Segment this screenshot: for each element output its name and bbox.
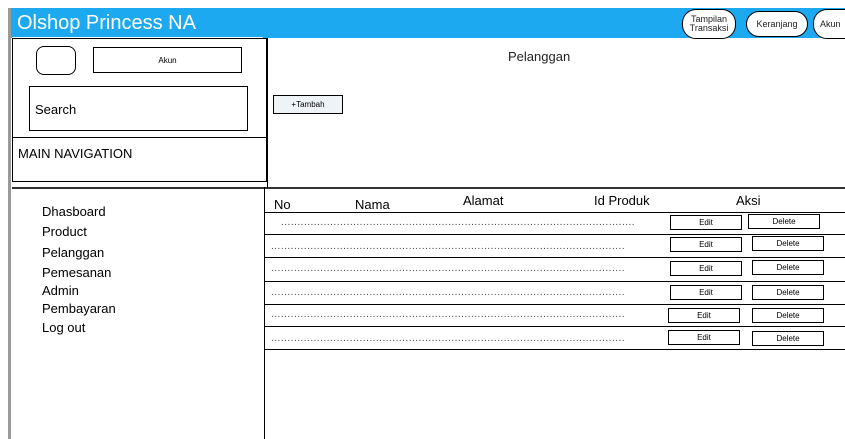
row-divider: [265, 304, 845, 305]
sidebar-item-pelanggan[interactable]: Pelanggan: [42, 245, 104, 260]
row-divider: [265, 234, 845, 235]
col-nama: Nama: [355, 197, 390, 212]
row-divider: [265, 257, 845, 258]
sidebar-item-admin[interactable]: Admin: [42, 283, 79, 298]
sidebar-item-product[interactable]: Product: [42, 224, 87, 239]
table-row: ........................................…: [271, 263, 626, 274]
delete-button[interactable]: Delete: [752, 331, 824, 346]
row-divider: [265, 281, 845, 282]
delete-button[interactable]: Delete: [752, 308, 824, 323]
keranjang-label: Keranjang: [756, 18, 798, 29]
edit-button[interactable]: Edit: [670, 215, 742, 230]
edit-button[interactable]: Edit: [670, 261, 742, 276]
sidebar-item-logout[interactable]: Log out: [42, 320, 85, 335]
delete-button[interactable]: Delete: [752, 236, 824, 251]
brand-title: Olshop Princess NA: [12, 9, 263, 38]
header-left-border: [267, 38, 268, 188]
delete-button[interactable]: Delete: [752, 285, 824, 300]
sidebar-item-dashboard[interactable]: Dhasboard: [42, 204, 106, 219]
page-title: Pelanggan: [508, 49, 571, 64]
delete-button[interactable]: Delete: [748, 214, 820, 229]
search-label: Search: [35, 102, 77, 117]
main-navigation-label: MAIN NAVIGATION: [12, 137, 267, 182]
sidebar-divider: [12, 187, 845, 189]
table-row: ........................................…: [271, 287, 626, 298]
akun-sidebar-button[interactable]: Akun: [93, 47, 242, 73]
delete-button[interactable]: Delete: [752, 260, 824, 275]
sidebar-item-pembayaran[interactable]: Pembayaran: [42, 301, 116, 316]
search-box[interactable]: Search: [29, 86, 248, 131]
akun-sidebar-label: Akun: [158, 55, 177, 65]
avatar: [36, 46, 76, 75]
left-border: [8, 8, 11, 439]
transaksi-button[interactable]: Tampilan Transaksi: [682, 9, 736, 39]
col-aksi: Aksi: [736, 193, 761, 208]
row-divider: [265, 349, 845, 350]
sidebar-item-pemesanan[interactable]: Pemesanan: [42, 265, 111, 280]
edit-button[interactable]: Edit: [668, 330, 740, 345]
table-row: ........................................…: [271, 241, 626, 252]
edit-button[interactable]: Edit: [670, 285, 742, 300]
col-id-produk: Id Produk: [594, 193, 650, 208]
add-label: +Tambah: [291, 100, 325, 109]
add-button[interactable]: +Tambah: [273, 95, 343, 114]
akun-top-label: Akun: [820, 18, 841, 29]
akun-top-button[interactable]: Akun: [813, 9, 845, 39]
table-row: ........................................…: [271, 309, 626, 320]
edit-button[interactable]: Edit: [668, 308, 740, 323]
table-row: ........................................…: [271, 333, 626, 344]
col-alamat: Alamat: [463, 193, 504, 208]
transaksi-label: Tampilan Transaksi: [689, 14, 729, 33]
edit-button[interactable]: Edit: [670, 237, 742, 252]
col-no: No: [274, 197, 291, 212]
keranjang-button[interactable]: Keranjang: [746, 11, 808, 37]
table-row: ........................................…: [281, 217, 636, 228]
row-divider: [265, 326, 845, 327]
row-divider: [265, 212, 845, 213]
content-left-border: [264, 187, 265, 439]
